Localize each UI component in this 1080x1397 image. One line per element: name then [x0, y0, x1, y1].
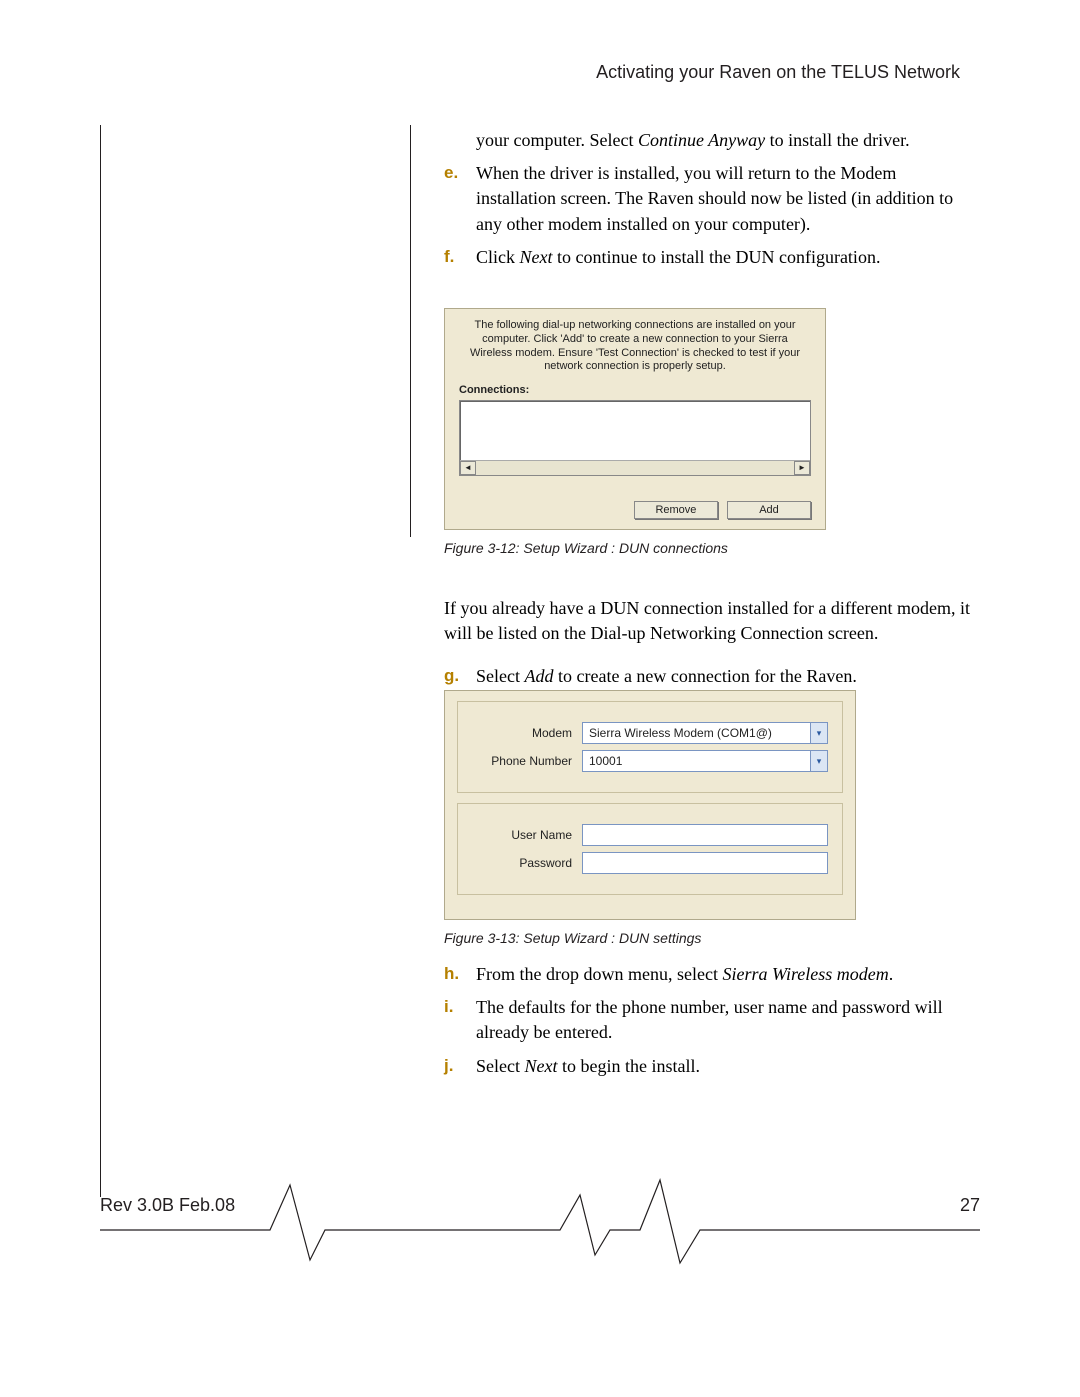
heartbeat-decoration: [100, 1175, 980, 1265]
phone-combobox[interactable]: 10001 ▾: [582, 750, 828, 772]
connections-label: Connections:: [445, 380, 825, 398]
add-button[interactable]: Add: [727, 501, 811, 519]
step-h-text: From the drop down menu, select Sierra W…: [476, 962, 893, 987]
fig12-caption: Figure 3-12: Setup Wizard : DUN connecti…: [444, 540, 728, 556]
fig-3-12-panel: The following dial-up networking connect…: [444, 308, 826, 530]
page-footer: Rev 3.0B Feb.08 27: [100, 1195, 980, 1265]
step-i-text: The defaults for the phone number, user …: [476, 995, 974, 1045]
mid-paragraph-block: If you already have a DUN connection ins…: [444, 578, 974, 698]
page-number: 27: [960, 1195, 980, 1216]
step-e-mark: e.: [444, 161, 476, 237]
step-f-text: Click Next to continue to install the DU…: [476, 245, 880, 270]
password-input[interactable]: [582, 852, 828, 874]
phone-value: 10001: [589, 754, 622, 768]
phone-label: Phone Number: [472, 754, 572, 768]
margin-rule-inner: [410, 125, 411, 537]
modem-value: Sierra Wireless Modem (COM1@): [589, 726, 772, 740]
modem-label: Modem: [472, 726, 572, 740]
page-header: Activating your Raven on the TELUS Netwo…: [596, 62, 960, 83]
step-e-text: When the driver is installed, you will r…: [476, 161, 974, 237]
remove-button[interactable]: Remove: [634, 501, 718, 519]
chevron-down-icon[interactable]: ▾: [810, 751, 827, 771]
scroll-left-button[interactable]: ◄: [460, 461, 476, 475]
modem-select[interactable]: Sierra Wireless Modem (COM1@) ▾: [582, 722, 828, 744]
step-j: j. Select Next to begin the install.: [444, 1054, 700, 1079]
step-e: e. When the driver is installed, you wil…: [444, 161, 974, 237]
scroll-right-button[interactable]: ►: [794, 461, 810, 475]
fig12-button-row: Remove Add: [628, 501, 811, 519]
step-j-mark: j.: [444, 1054, 476, 1079]
step-f-mark: f.: [444, 245, 476, 270]
username-label: User Name: [472, 828, 572, 842]
document-page: Activating your Raven on the TELUS Netwo…: [0, 0, 1080, 1397]
modem-group: Modem Sierra Wireless Modem (COM1@) ▾ Ph…: [457, 701, 843, 793]
fig13-caption: Figure 3-13: Setup Wizard : DUN settings: [444, 930, 701, 946]
margin-rule-left: [100, 125, 101, 1197]
body-column-bottom: h. From the drop down menu, select Sierr…: [444, 962, 974, 1087]
step-h-mark: h.: [444, 962, 476, 987]
fig-3-13-panel: Modem Sierra Wireless Modem (COM1@) ▾ Ph…: [444, 690, 856, 920]
connections-listbox[interactable]: ◄ ►: [459, 400, 811, 476]
step-g-mark: g.: [444, 664, 476, 689]
step-h: h. From the drop down menu, select Sierr…: [444, 962, 893, 987]
intro-pre: your computer. Select: [476, 130, 638, 150]
chevron-down-icon[interactable]: ▾: [810, 723, 827, 743]
intro-em: Continue Anyway: [638, 130, 765, 150]
listbox-hscroll[interactable]: ◄ ►: [460, 460, 810, 475]
step-g: g. Select Add to create a new connection…: [444, 664, 857, 689]
fig12-description: The following dial-up networking connect…: [445, 309, 825, 380]
intro-tail: to install the driver.: [765, 130, 909, 150]
step-i: i. The defaults for the phone number, us…: [444, 995, 974, 1045]
password-label: Password: [472, 856, 572, 870]
credentials-group: User Name Password: [457, 803, 843, 895]
body-column-top: your computer. Select Continue Anyway to…: [444, 128, 974, 278]
intro-line: your computer. Select Continue Anyway to…: [444, 128, 974, 153]
step-i-mark: i.: [444, 995, 476, 1045]
mid-paragraph: If you already have a DUN connection ins…: [444, 596, 974, 646]
step-f: f. Click Next to continue to install the…: [444, 245, 880, 270]
step-j-text: Select Next to begin the install.: [476, 1054, 700, 1079]
username-input[interactable]: [582, 824, 828, 846]
step-g-text: Select Add to create a new connection fo…: [476, 664, 857, 689]
